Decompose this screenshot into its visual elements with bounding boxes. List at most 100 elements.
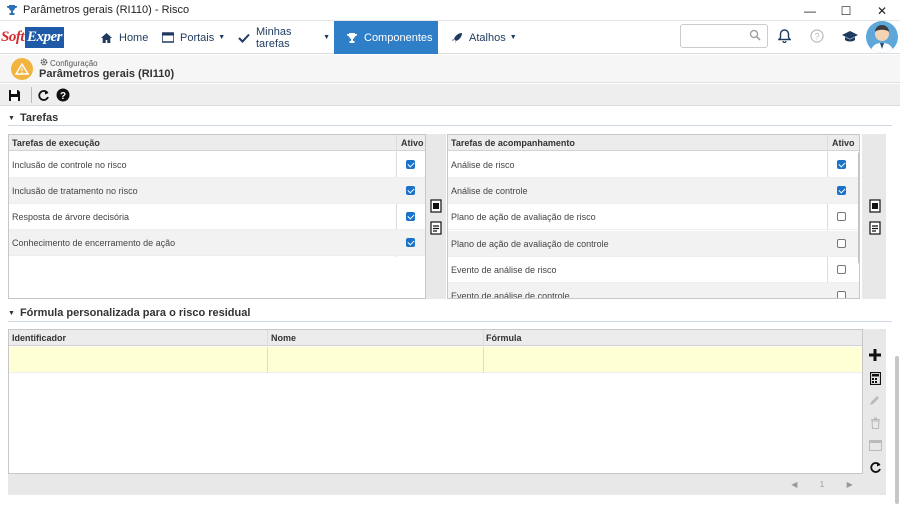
table-row[interactable]: Análise de risco — [448, 152, 859, 178]
active-checkbox[interactable] — [837, 212, 846, 221]
column-tarefas-acompanhamento: Tarefas de acompanhamento — [451, 138, 575, 148]
side-action-strip — [426, 134, 446, 299]
nav-home-label: Home — [119, 31, 149, 44]
window-titlebar: Parâmetros gerais (RI110) - Risco — ☐ ✕ — [0, 0, 900, 21]
calculator-icon[interactable] — [868, 371, 882, 385]
section-tarefas-title: Tarefas — [19, 112, 59, 124]
collapse-triangle-icon: ▼ — [8, 309, 15, 317]
execution-tasks-table: Tarefas de execução Ativo Inclusão de co… — [8, 134, 426, 299]
graduation-cap-icon[interactable] — [842, 28, 858, 44]
table-row[interactable]: Plano de ação de avaliação de controle — [448, 231, 859, 257]
active-checkbox[interactable] — [406, 160, 415, 169]
page-number[interactable]: 1 — [820, 480, 824, 489]
nav-portais[interactable]: Portais ▼ — [162, 21, 226, 54]
save-icon[interactable] — [5, 86, 23, 104]
close-button[interactable]: ✕ — [864, 0, 900, 21]
table-row[interactable]: Conhecimento de encerramento de ação — [9, 230, 425, 256]
active-checkbox[interactable] — [837, 186, 846, 195]
active-checkbox[interactable] — [837, 239, 846, 248]
column-divider — [483, 330, 484, 346]
column-ativo: Ativo — [832, 138, 855, 148]
page-scrollbar[interactable] — [895, 356, 899, 504]
maximize-button[interactable]: ☐ — [828, 0, 864, 21]
section-divider — [8, 125, 892, 126]
table-row[interactable]: Inclusão de tratamento no risco — [9, 178, 425, 204]
trophy-icon — [5, 3, 19, 17]
row-label: Inclusão de controle no risco — [12, 160, 127, 170]
chevron-down-icon: ▼ — [323, 34, 330, 41]
search-icon — [749, 29, 761, 44]
rocket-icon — [451, 32, 463, 44]
column-nome: Nome — [271, 333, 297, 343]
export-icon[interactable] — [429, 199, 443, 213]
help-icon[interactable]: ? — [54, 86, 72, 104]
softexpert-logo[interactable]: Soft Exper — [0, 27, 88, 48]
home-icon — [100, 32, 113, 44]
pagination: ◀ 1 ▶ — [780, 474, 864, 494]
refresh-icon[interactable] — [868, 460, 882, 474]
row-label: Análise de controle — [451, 186, 528, 196]
bell-icon[interactable] — [776, 28, 792, 44]
row-label: Conhecimento de encerramento de ação — [12, 238, 176, 248]
svg-text:?: ? — [60, 91, 66, 102]
row-label: Análise de risco — [451, 160, 515, 170]
edit-icon[interactable] — [868, 393, 882, 407]
table-row-selected[interactable] — [9, 347, 862, 373]
table-header: Identificador Nome Fórmula — [9, 330, 862, 346]
refresh-icon[interactable] — [34, 86, 52, 104]
collapse-triangle-icon: ▼ — [8, 114, 15, 122]
add-icon[interactable] — [868, 348, 882, 362]
row-label: Resposta de árvore decisória — [12, 212, 130, 222]
active-checkbox[interactable] — [406, 238, 415, 247]
table-row[interactable]: Evento de análise de risco — [448, 257, 859, 283]
section-tarefas-header[interactable]: ▼ Tarefas — [8, 112, 58, 124]
next-page-icon[interactable]: ▶ — [847, 480, 853, 489]
chevron-down-icon: ▼ — [218, 34, 226, 41]
import-icon[interactable] — [868, 221, 882, 235]
page-header: Configuração Parâmetros gerais (RI110) — [0, 55, 900, 83]
nav-minhas-tarefas[interactable]: Minhas tarefas ▼ — [238, 21, 330, 54]
nav-componentes-label: Componentes — [364, 31, 433, 44]
nav-home[interactable]: Home — [100, 21, 150, 54]
nav-minhas-tarefas-label: Minhas tarefas — [256, 25, 292, 50]
search-input[interactable] — [680, 24, 768, 48]
column-tarefas-execucao: Tarefas de execução — [12, 138, 100, 148]
help-circle-icon[interactable]: ? — [809, 28, 825, 44]
previous-page-icon[interactable]: ◀ — [791, 480, 797, 489]
table-row[interactable]: Evento de análise de controle — [448, 283, 859, 299]
column-divider — [267, 330, 268, 346]
table-row[interactable]: Resposta de árvore decisória — [9, 204, 425, 230]
table-header: Tarefas de execução Ativo — [9, 135, 425, 151]
trophy-icon — [346, 32, 358, 44]
active-checkbox[interactable] — [837, 265, 846, 274]
row-label: Evento de análise de risco — [451, 265, 557, 275]
portals-icon — [162, 32, 174, 43]
section-formula-title: Fórmula personalizada para o risco resid… — [19, 307, 251, 319]
active-checkbox[interactable] — [406, 212, 415, 221]
breadcrumb[interactable]: Configuração — [40, 58, 98, 68]
active-checkbox[interactable] — [837, 291, 846, 298]
view-icon[interactable] — [868, 438, 882, 452]
table-row[interactable]: Inclusão de controle no risco — [9, 152, 425, 178]
gear-icon — [40, 58, 48, 68]
row-label: Evento de análise de controle — [451, 291, 570, 299]
user-avatar[interactable] — [866, 21, 898, 53]
nav-componentes[interactable]: Componentes ▼ — [334, 21, 443, 54]
table-row[interactable]: Plano de ação de avaliação de risco — [448, 204, 859, 230]
scrollbar[interactable] — [858, 152, 859, 264]
breadcrumb-label: Configuração — [50, 58, 98, 68]
formula-table: Identificador Nome Fórmula — [8, 329, 863, 474]
active-checkbox[interactable] — [406, 186, 415, 195]
trash-icon[interactable] — [868, 416, 882, 430]
export-icon[interactable] — [868, 199, 882, 213]
toolbar: ? — [0, 84, 900, 106]
nav-atalhos-label: Atalhos — [469, 31, 506, 44]
import-icon[interactable] — [429, 221, 443, 235]
table-row[interactable]: Análise de controle — [448, 178, 859, 204]
section-formula-header[interactable]: ▼ Fórmula personalizada para o risco res… — [8, 307, 250, 319]
active-checkbox[interactable] — [837, 160, 846, 169]
nav-atalhos[interactable]: Atalhos ▼ — [451, 21, 517, 54]
minimize-button[interactable]: — — [792, 0, 828, 21]
followup-tasks-table: Tarefas de acompanhamento Ativo Análise … — [447, 134, 860, 299]
toolbar-divider — [31, 87, 32, 103]
